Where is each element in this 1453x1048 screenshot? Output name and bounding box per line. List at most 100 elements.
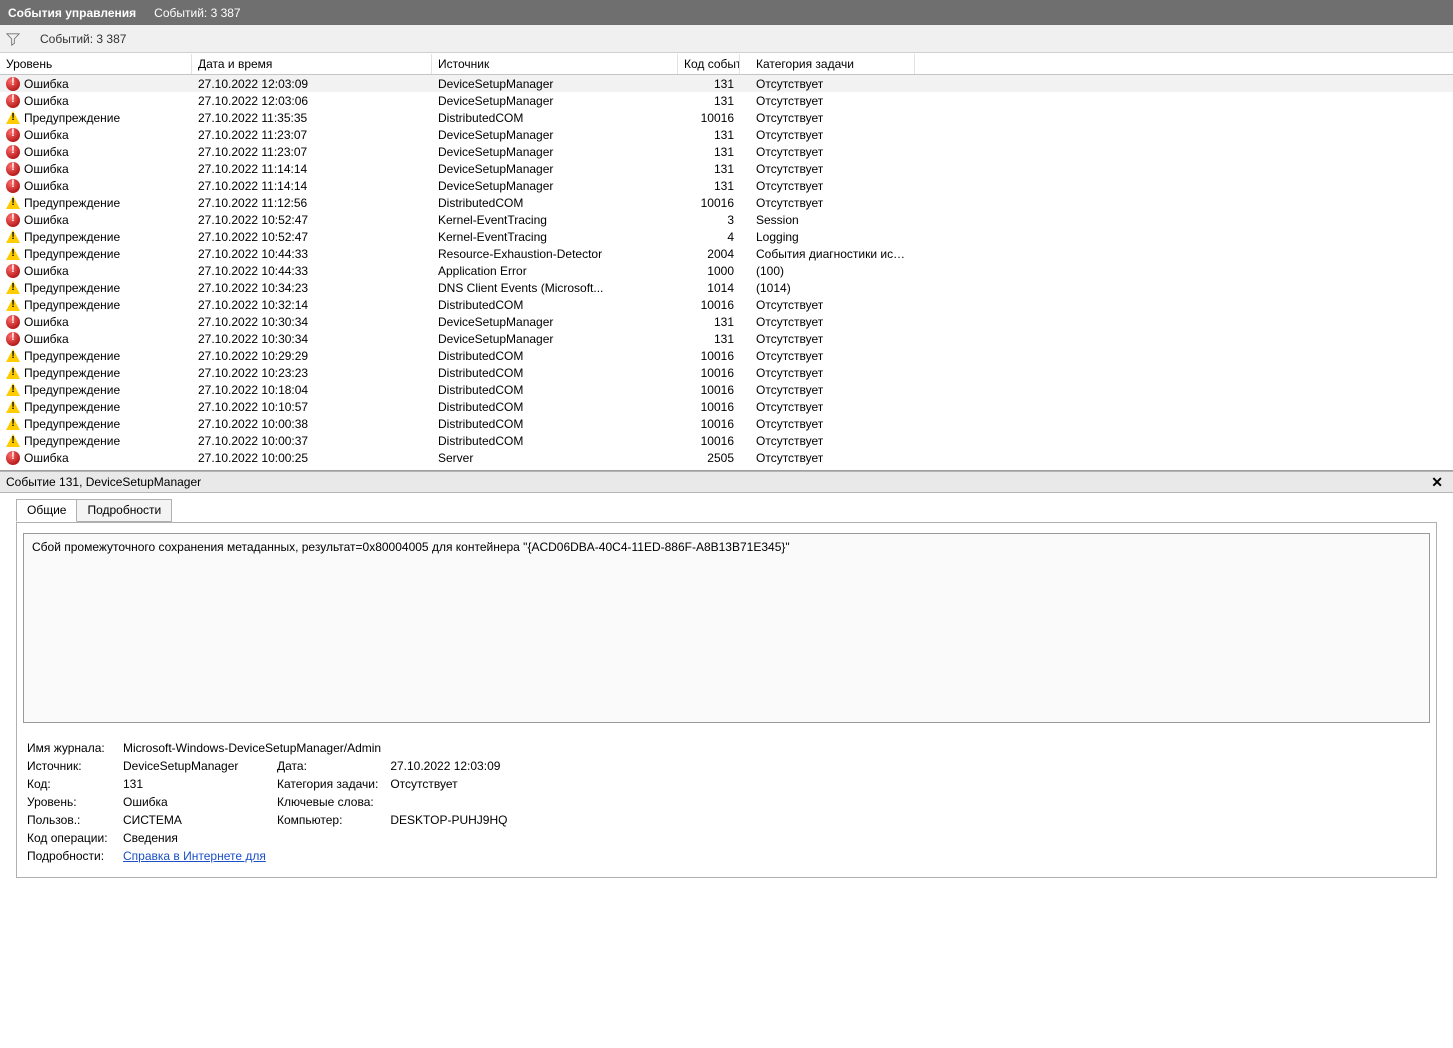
val-keywords	[384, 793, 513, 811]
table-row[interactable]: Ошибка27.10.2022 12:03:09DeviceSetupMana…	[0, 75, 1453, 92]
cell-code: 10016	[678, 349, 740, 363]
cell-source: DeviceSetupManager	[432, 332, 678, 346]
table-row[interactable]: Предупреждение27.10.2022 10:10:57Distrib…	[0, 398, 1453, 415]
table-row[interactable]: Предупреждение27.10.2022 10:00:37Distrib…	[0, 432, 1453, 449]
cell-level: Предупреждение	[0, 298, 192, 312]
link-online-help[interactable]: Справка в Интернете для	[123, 849, 266, 863]
cell-datetime: 27.10.2022 10:00:38	[192, 417, 432, 431]
cell-task: Отсутствует	[750, 128, 915, 142]
cell-datetime: 27.10.2022 10:18:04	[192, 383, 432, 397]
grid-header: Уровень Дата и время Источник Код событи…	[0, 53, 1453, 75]
lbl-keywords: Ключевые слова:	[257, 793, 384, 811]
level-text: Ошибка	[24, 77, 69, 91]
cell-datetime: 27.10.2022 12:03:06	[192, 94, 432, 108]
table-row[interactable]: Ошибка27.10.2022 11:14:14DeviceSetupMana…	[0, 177, 1453, 194]
cell-datetime: 27.10.2022 10:30:34	[192, 315, 432, 329]
table-row[interactable]: Ошибка27.10.2022 11:23:07DeviceSetupMana…	[0, 143, 1453, 160]
cell-level: Ошибка	[0, 264, 192, 278]
close-icon[interactable]: ✕	[1427, 474, 1447, 491]
table-row[interactable]: Предупреждение27.10.2022 10:34:23DNS Cli…	[0, 279, 1453, 296]
warning-icon	[6, 196, 20, 209]
warning-icon	[6, 366, 20, 379]
cell-source: DistributedCOM	[432, 400, 678, 414]
tab-general[interactable]: Общие	[16, 499, 77, 522]
tab-details[interactable]: Подробности	[76, 499, 172, 522]
table-row[interactable]: Ошибка27.10.2022 10:44:33Application Err…	[0, 262, 1453, 279]
table-row[interactable]: Предупреждение27.10.2022 10:44:33Resourc…	[0, 245, 1453, 262]
titlebar: События управления Событий: 3 387	[0, 0, 1453, 25]
table-row[interactable]: Предупреждение27.10.2022 10:00:38Distrib…	[0, 415, 1453, 432]
error-icon	[6, 332, 20, 346]
table-row[interactable]: Ошибка27.10.2022 12:03:06DeviceSetupMana…	[0, 92, 1453, 109]
details-title: Событие 131, DeviceSetupManager	[6, 475, 201, 489]
table-row[interactable]: Ошибка27.10.2022 11:23:07DeviceSetupMana…	[0, 126, 1453, 143]
cell-task: Отсутствует	[750, 315, 915, 329]
cell-task: Отсутствует	[750, 349, 915, 363]
table-row[interactable]: Предупреждение27.10.2022 10:18:04Distrib…	[0, 381, 1453, 398]
level-text: Ошибка	[24, 179, 69, 193]
error-icon	[6, 315, 20, 329]
cell-task: Отсутствует	[750, 400, 915, 414]
col-task[interactable]: Категория задачи	[750, 54, 915, 74]
level-text: Ошибка	[24, 145, 69, 159]
cell-task: Отсутствует	[750, 383, 915, 397]
level-text: Предупреждение	[24, 349, 120, 363]
cell-datetime: 27.10.2022 10:00:25	[192, 451, 432, 465]
col-level[interactable]: Уровень	[0, 54, 192, 74]
cell-datetime: 27.10.2022 10:44:33	[192, 264, 432, 278]
tab-panel-general: Сбой промежуточного сохранения метаданны…	[16, 522, 1437, 878]
table-row[interactable]: Предупреждение27.10.2022 10:32:14Distrib…	[0, 296, 1453, 313]
cell-task: Отсутствует	[750, 94, 915, 108]
table-row[interactable]: Ошибка27.10.2022 10:52:47Kernel-EventTra…	[0, 211, 1453, 228]
table-row[interactable]: Ошибка27.10.2022 11:14:14DeviceSetupMana…	[0, 160, 1453, 177]
col-datetime[interactable]: Дата и время	[192, 54, 432, 74]
table-row[interactable]: Предупреждение27.10.2022 11:12:56Distrib…	[0, 194, 1453, 211]
cell-task: Отсутствует	[750, 162, 915, 176]
error-icon	[6, 145, 20, 159]
warning-icon	[6, 247, 20, 260]
col-code[interactable]: Код события	[678, 54, 740, 74]
cell-source: DistributedCOM	[432, 434, 678, 448]
cell-code: 3	[678, 213, 740, 227]
level-text: Ошибка	[24, 94, 69, 108]
cell-source: Server	[432, 451, 678, 465]
cell-code: 10016	[678, 111, 740, 125]
cell-source: DeviceSetupManager	[432, 315, 678, 329]
table-row[interactable]: Предупреждение27.10.2022 10:52:47Kernel-…	[0, 228, 1453, 245]
table-row[interactable]: Ошибка27.10.2022 10:30:34DeviceSetupMana…	[0, 330, 1453, 347]
cell-level: Ошибка	[0, 332, 192, 346]
filter-icon[interactable]	[6, 32, 20, 46]
cell-task: Отсутствует	[750, 196, 915, 210]
level-text: Ошибка	[24, 128, 69, 142]
cell-code: 4	[678, 230, 740, 244]
level-text: Предупреждение	[24, 417, 120, 431]
cell-datetime: 27.10.2022 10:29:29	[192, 349, 432, 363]
level-text: Ошибка	[24, 264, 69, 278]
table-row[interactable]: Предупреждение27.10.2022 11:35:35Distrib…	[0, 109, 1453, 126]
cell-source: DistributedCOM	[432, 383, 678, 397]
cell-source: DistributedCOM	[432, 366, 678, 380]
table-row[interactable]: Предупреждение27.10.2022 10:29:29Distrib…	[0, 347, 1453, 364]
table-row[interactable]: Предупреждение27.10.2022 10:23:23Distrib…	[0, 364, 1453, 381]
cell-source: Resource-Exhaustion-Detector	[432, 247, 678, 261]
col-source[interactable]: Источник	[432, 54, 678, 74]
cell-datetime: 27.10.2022 10:52:47	[192, 213, 432, 227]
cell-code: 10016	[678, 196, 740, 210]
cell-level: Ошибка	[0, 213, 192, 227]
cell-level: Предупреждение	[0, 366, 192, 380]
cell-level: Предупреждение	[0, 417, 192, 431]
lbl-logname: Имя журнала:	[21, 739, 117, 757]
cell-source: Kernel-EventTracing	[432, 230, 678, 244]
cell-source: Kernel-EventTracing	[432, 213, 678, 227]
lbl-more: Подробности:	[21, 847, 117, 865]
table-row[interactable]: Ошибка27.10.2022 10:00:25Server2505Отсут…	[0, 449, 1453, 466]
cell-task: Отсутствует	[750, 179, 915, 193]
window-count: Событий: 3 387	[154, 6, 240, 20]
grid-body[interactable]: Ошибка27.10.2022 12:03:09DeviceSetupMana…	[0, 75, 1453, 470]
table-row[interactable]: Ошибка27.10.2022 10:30:34DeviceSetupMana…	[0, 313, 1453, 330]
cell-code: 131	[678, 94, 740, 108]
level-text: Ошибка	[24, 162, 69, 176]
cell-level: Предупреждение	[0, 349, 192, 363]
warning-icon	[6, 383, 20, 396]
cell-task: Logging	[750, 230, 915, 244]
